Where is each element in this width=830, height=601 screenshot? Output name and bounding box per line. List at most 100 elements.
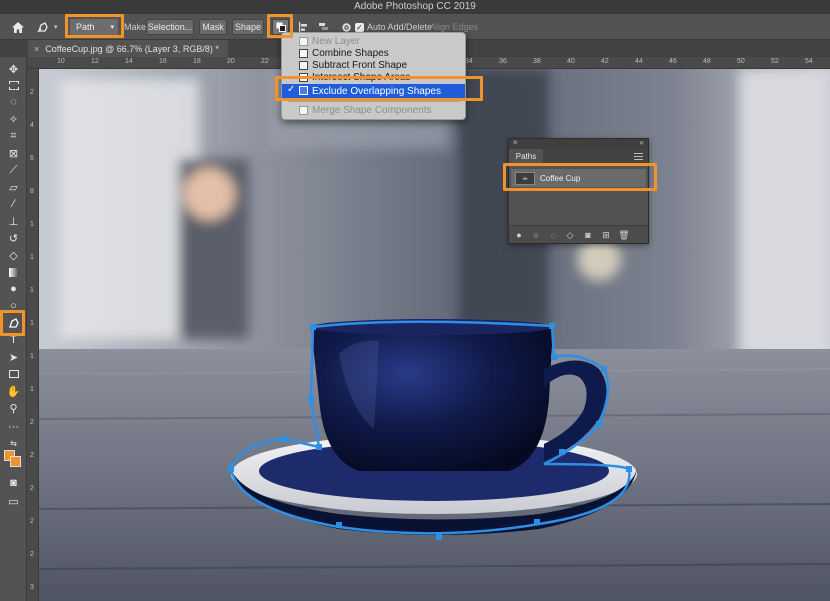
- panel-menu-icon[interactable]: [634, 153, 643, 160]
- subtract-front-shape-icon: [299, 61, 308, 70]
- collapse-icon[interactable]: «: [640, 138, 644, 147]
- background-color-swatch[interactable]: [10, 456, 21, 467]
- document-tab[interactable]: × CoffeeCup.jpg @ 66.7% (Layer 3, RGB/8)…: [28, 40, 228, 57]
- merge-shape-components-icon: [299, 106, 308, 115]
- path-row-coffee-cup[interactable]: ☕ Coffee Cup: [511, 169, 646, 187]
- ruler-tick-label: 2: [30, 485, 34, 492]
- crop-tool-icon[interactable]: ⌗: [3, 128, 24, 144]
- blur-tool-icon[interactable]: ●: [3, 281, 24, 297]
- menu-item-merge-shape-components[interactable]: Merge Shape Components: [282, 104, 465, 117]
- make-label: Make:: [124, 22, 149, 32]
- ruler-tick-label: 18: [193, 58, 201, 65]
- path-operations-menu: New Layer Combine Shapes Subtract Front …: [281, 32, 466, 120]
- ruler-tick-label: 16: [159, 58, 167, 65]
- ruler-tick-label: 3: [30, 584, 34, 591]
- ruler-tick-label: 1: [30, 221, 34, 228]
- pen-tool-icon[interactable]: [3, 315, 24, 331]
- app-title: Adobe Photoshop CC 2019: [354, 1, 476, 12]
- coffee-cup-photo: [39, 69, 830, 601]
- auto-add-delete-checkbox[interactable]: ✓: [355, 22, 364, 32]
- ruler-tick-label: 2: [30, 452, 34, 459]
- history-brush-tool-icon[interactable]: ↺: [3, 230, 24, 246]
- ruler-tick-label: 1: [30, 320, 34, 327]
- lasso-tool-icon[interactable]: ◌: [3, 94, 24, 110]
- stroke-path-icon[interactable]: ○: [531, 230, 541, 240]
- new-path-icon[interactable]: ⊞: [601, 230, 611, 240]
- ruler-tick-label: 40: [567, 58, 575, 65]
- chevron-down-icon: ▾: [110, 24, 114, 31]
- ruler-tick-label: 6: [30, 155, 34, 162]
- tab-paths[interactable]: Paths: [509, 149, 543, 164]
- load-as-selection-icon[interactable]: ◌: [548, 230, 558, 240]
- ruler-tick-label: 1: [30, 353, 34, 360]
- path-operations-icon: [276, 22, 286, 32]
- new-layer-icon: [299, 37, 308, 46]
- type-tool-icon[interactable]: T: [3, 332, 24, 348]
- ruler-tick-label: 1: [30, 254, 34, 261]
- hand-tool-icon[interactable]: ✋: [3, 383, 24, 399]
- screen-mode-icon[interactable]: ▭: [3, 493, 24, 509]
- close-icon[interactable]: ×: [34, 44, 39, 54]
- rectangle-tool-icon[interactable]: [3, 366, 24, 382]
- ruler-tick-label: 44: [635, 58, 643, 65]
- menu-item-exclude-overlapping-shapes[interactable]: ✓ Exclude Overlapping Shapes: [282, 84, 465, 98]
- path-name: Coffee Cup: [540, 173, 581, 183]
- auto-add-delete-label: Auto Add/Delete: [367, 22, 433, 32]
- ruler-tick-label: 48: [703, 58, 711, 65]
- trash-icon[interactable]: 🗑: [618, 230, 629, 240]
- document-canvas[interactable]: [39, 69, 830, 601]
- marquee-tool-icon[interactable]: [3, 77, 24, 93]
- ruler-tick-label: 2: [30, 419, 34, 426]
- eyedropper-tool-icon[interactable]: ⟋: [3, 162, 24, 178]
- make-shape-button[interactable]: Shape: [232, 19, 264, 35]
- make-mask-button[interactable]: Mask: [199, 19, 227, 35]
- move-tool-icon[interactable]: ✥: [3, 61, 24, 77]
- exclude-overlapping-shapes-icon: [299, 86, 308, 95]
- panel-footer: ● ○ ◌ ◇ ◙ ⊞ 🗑: [509, 225, 648, 243]
- close-icon[interactable]: ×: [513, 138, 518, 147]
- swap-colors-icon[interactable]: ⇆: [3, 435, 24, 451]
- gradient-tool-icon[interactable]: [3, 264, 24, 280]
- healing-brush-tool-icon[interactable]: ▱: [3, 179, 24, 195]
- pen-tool-preset-picker[interactable]: ▾: [36, 14, 64, 40]
- ruler-tick-label: 54: [805, 58, 813, 65]
- tools-panel: ✥ ◌ ✧ ⌗ ⊠ ⟋ ▱ ∕ ⊥ ↺ ◇ ● ○ T ➤ ✋ ⚲ ··· ⇆ …: [0, 57, 27, 601]
- tool-mode-value: Path: [76, 22, 95, 32]
- ruler-tick-label: 1: [30, 287, 34, 294]
- zoom-tool-icon[interactable]: ⚲: [3, 400, 24, 416]
- quick-mask-icon[interactable]: ◙: [3, 475, 24, 491]
- combine-shapes-icon: [299, 49, 308, 58]
- ruler-tick-label: 10: [57, 58, 65, 65]
- fill-path-icon[interactable]: ●: [514, 230, 524, 240]
- frame-tool-icon[interactable]: ⊠: [3, 145, 24, 161]
- eraser-tool-icon[interactable]: ◇: [3, 247, 24, 263]
- ruler-tick-label: 20: [227, 58, 235, 65]
- magic-wand-tool-icon[interactable]: ✧: [3, 111, 24, 127]
- checkmark-icon: ✓: [287, 84, 296, 95]
- ruler-tick-label: 2: [30, 551, 34, 558]
- dodge-tool-icon[interactable]: ○: [3, 298, 24, 314]
- ruler-tick-label: 46: [669, 58, 677, 65]
- ruler-tick-label: 22: [261, 58, 269, 65]
- menu-item-intersect-shape-areas[interactable]: Intersect Shape Areas: [282, 71, 465, 84]
- clone-stamp-tool-icon[interactable]: ⊥: [3, 213, 24, 229]
- ruler-tick-label: 34: [465, 58, 473, 65]
- add-mask-icon[interactable]: ◙: [583, 230, 593, 240]
- path-thumbnail: ☕: [515, 171, 535, 185]
- make-work-path-icon[interactable]: ◇: [565, 230, 575, 240]
- path-selection-tool-icon[interactable]: ➤: [3, 349, 24, 365]
- ruler-tick-label: 38: [533, 58, 541, 65]
- ruler-tick-label: 2: [30, 518, 34, 525]
- intersect-shape-areas-icon: [299, 73, 308, 82]
- ruler-tick-label: 2: [30, 89, 34, 96]
- make-selection-button[interactable]: Selection...: [146, 19, 194, 35]
- ruler-tick-label: 52: [771, 58, 779, 65]
- ruler-tick-label: 1: [30, 386, 34, 393]
- home-icon[interactable]: [8, 14, 28, 40]
- ruler-tick-label: 4: [30, 122, 34, 129]
- document-tab-label: CoffeeCup.jpg @ 66.7% (Layer 3, RGB/8) *: [45, 43, 219, 54]
- tool-mode-select[interactable]: Path ▾: [70, 19, 118, 35]
- brush-tool-icon[interactable]: ∕: [3, 196, 24, 212]
- ruler-tick-label: 36: [499, 58, 507, 65]
- more-tools-icon[interactable]: ···: [3, 419, 24, 435]
